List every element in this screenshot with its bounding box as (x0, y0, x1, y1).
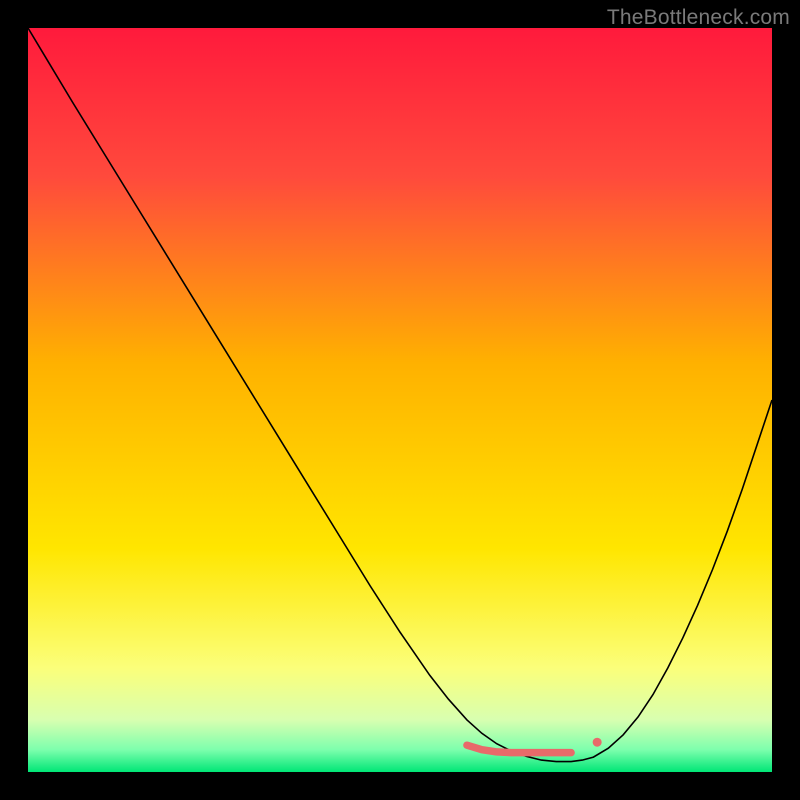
gradient-background (28, 28, 772, 772)
chart-container: TheBottleneck.com (0, 0, 800, 800)
plot-area (28, 28, 772, 772)
chart-svg (28, 28, 772, 772)
marker-layer (593, 738, 602, 747)
watermark-text: TheBottleneck.com (607, 6, 790, 30)
optimal-dot (593, 738, 602, 747)
